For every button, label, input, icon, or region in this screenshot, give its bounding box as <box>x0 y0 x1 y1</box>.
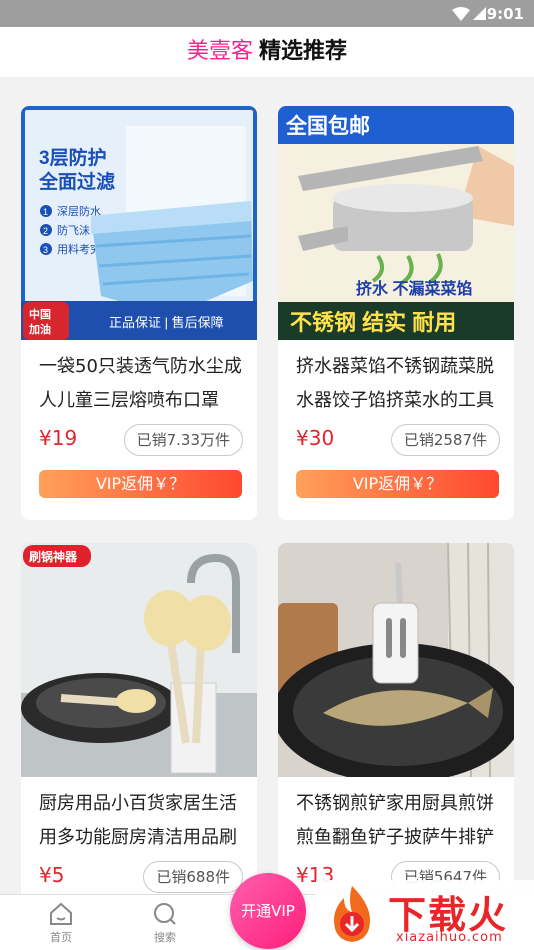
product-card-4[interactable]: 不锈钢煎铲家用厨具煎饼煎鱼翻鱼铲子披萨牛排铲 ¥13 已销5647件 <box>278 543 514 903</box>
product-card-3[interactable]: 刷锅神器 厨房用品小百货家居生活用多功能厨房清洁用品刷锅 ¥5 已销688件 <box>21 543 257 903</box>
product-price: ¥30 <box>296 426 335 450</box>
status-time: 9:01 <box>486 5 524 23</box>
tab-home[interactable]: 首页 <box>31 901 91 945</box>
product-image-mask[interactable]: 3层防护 全面过滤 1 深层防水 2 防飞沫 3 用料考究 正品保证 | 售后保… <box>21 106 257 340</box>
mask-bottom-banner: 正品保证 | 售后保障 <box>109 315 224 330</box>
signal-icon <box>473 7 486 20</box>
open-vip-button[interactable]: 开通VIP <box>230 873 306 949</box>
brush-illustration: 刷锅神器 <box>21 543 257 777</box>
mask-badge-line2: 加油 <box>28 322 51 336</box>
mask-headline-line1: 3层防护 <box>39 146 107 169</box>
vip-commission-button[interactable]: VIP返佣￥？ <box>296 470 499 498</box>
page-title: 精选推荐 <box>259 39 348 64</box>
mask-feature-number-3: 3 <box>43 245 48 255</box>
product-name[interactable]: 挤水器菜馅不锈钢蔬菜脱水器饺子馅挤菜水的工具 <box>296 350 502 418</box>
product-name[interactable]: 不锈钢煎铲家用厨具煎饼煎鱼翻鱼铲子披萨牛排铲 <box>296 787 502 855</box>
product-card-1[interactable]: 3层防护 全面过滤 1 深层防水 2 防飞沫 3 用料考究 正品保证 | 售后保… <box>21 106 257 520</box>
brand-name: 美壹客 <box>186 39 253 64</box>
sold-count-badge: 已销7.33万件 <box>123 424 243 456</box>
home-icon <box>50 902 72 925</box>
wifi-icon <box>452 7 470 21</box>
status-bar: 9:01 <box>0 0 534 27</box>
brush-badge: 刷锅神器 <box>29 549 78 564</box>
product-name[interactable]: 一袋50只装透气防水尘成人儿童三层熔喷布口罩 <box>39 350 245 418</box>
product-image-press[interactable]: 全国包邮 挤水 不漏菜菜馅 不锈钢 结实 耐用 <box>278 106 514 340</box>
tab-search-label: 搜索 <box>154 931 176 944</box>
press-tagline: 挤水 不漏菜菜馅 <box>356 279 472 298</box>
spatula-illustration <box>278 543 514 777</box>
product-price: ¥19 <box>39 426 78 450</box>
tab-search[interactable]: 搜索 <box>135 901 195 945</box>
product-name[interactable]: 厨房用品小百货家居生活用多功能厨房清洁用品刷锅 <box>39 787 245 855</box>
product-image-brush[interactable]: 刷锅神器 <box>21 543 257 777</box>
page-header: 美壹客 精选推荐 <box>0 27 534 77</box>
mask-feature-number-1: 1 <box>43 207 48 217</box>
press-bottom-banner: 不锈钢 结实 耐用 <box>290 310 456 335</box>
sold-count-badge: 已销688件 <box>143 861 243 893</box>
product-price: ¥5 <box>39 863 65 887</box>
search-icon <box>154 903 176 925</box>
press-top-banner: 全国包邮 <box>285 114 370 138</box>
watermark-url: xiazaihuo.com <box>396 930 503 945</box>
mask-feature-3: 用料考究 <box>57 242 101 256</box>
mask-illustration: 3层防护 全面过滤 1 深层防水 2 防飞沫 3 用料考究 正品保证 | 售后保… <box>21 106 257 340</box>
mask-badge-line1: 中国 <box>29 307 51 321</box>
mask-feature-number-2: 2 <box>43 226 48 236</box>
product-card-2[interactable]: 全国包邮 挤水 不漏菜菜馅 不锈钢 结实 耐用 挤水器菜馅不锈钢蔬菜脱水器饺子馅… <box>278 106 514 520</box>
watermark: 下载火 xiazaihuo.com <box>316 880 534 949</box>
tab-home-label: 首页 <box>50 931 72 944</box>
mask-feature-2: 防飞沫 <box>57 223 90 237</box>
flame-logo-icon <box>334 886 370 942</box>
press-illustration: 全国包邮 挤水 不漏菜菜馅 不锈钢 结实 耐用 <box>278 106 514 340</box>
product-image-spatula[interactable] <box>278 543 514 777</box>
vip-commission-button[interactable]: VIP返佣￥？ <box>39 470 242 498</box>
mask-headline-line2: 全面过滤 <box>38 170 115 193</box>
sold-count-badge: 已销2587件 <box>390 424 500 456</box>
